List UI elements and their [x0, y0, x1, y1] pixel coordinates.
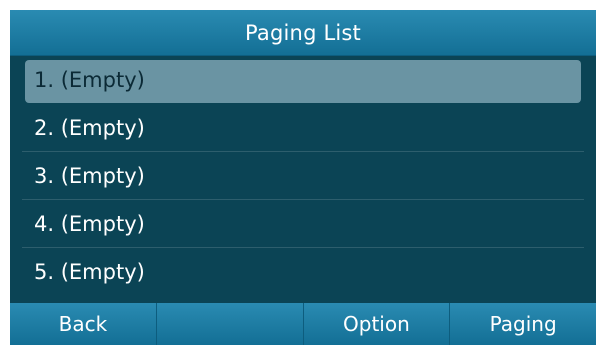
phone-display-frame: Paging List 1. (Empty) 2. (Empty) 3. (Em…: [0, 0, 605, 349]
option-softkey[interactable]: Option: [302, 303, 450, 345]
list-item-label: 1. (Empty): [34, 68, 145, 92]
paging-list: 1. (Empty) 2. (Empty) 3. (Empty) 4. (Emp…: [10, 56, 596, 302]
list-item-5[interactable]: 5. (Empty): [10, 248, 596, 296]
page-title: Paging List: [245, 20, 361, 45]
list-item-label: 4. (Empty): [34, 212, 145, 236]
empty-softkey[interactable]: [155, 303, 303, 345]
list-item-4[interactable]: 4. (Empty): [10, 200, 596, 248]
list-item-3[interactable]: 3. (Empty): [10, 152, 596, 200]
list-item-label: 2. (Empty): [34, 116, 145, 140]
paging-softkey[interactable]: Paging: [449, 303, 596, 345]
phone-screen: Paging List 1. (Empty) 2. (Empty) 3. (Em…: [10, 10, 596, 345]
softkey-bar: Back Option Paging: [10, 303, 596, 345]
list-item-label: 5. (Empty): [34, 260, 145, 284]
title-bar: Paging List: [10, 10, 596, 56]
list-item-label: 3. (Empty): [34, 164, 145, 188]
list-item-1[interactable]: 1. (Empty): [10, 56, 596, 104]
list-item-2[interactable]: 2. (Empty): [10, 104, 596, 152]
back-softkey[interactable]: Back: [10, 303, 156, 345]
